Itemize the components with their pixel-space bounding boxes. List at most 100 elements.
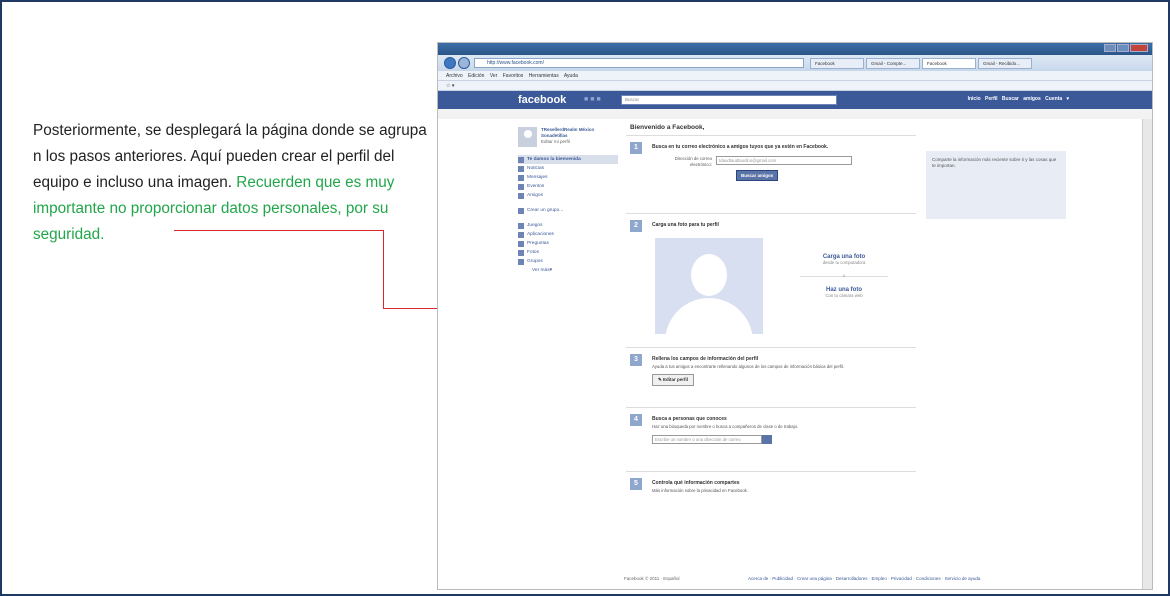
sidebar-item-photos[interactable]: Fotos [518,248,618,257]
step-title: Controla qué información compartes [652,480,740,486]
sidebar-item-welcome[interactable]: Te damos la bienvenida [518,155,618,164]
instruction-paragraph: Posteriormente, se desplegará la página … [33,118,428,248]
find-friends-wrap: Buscar amigos [736,170,916,181]
favorites-bar: ☆ ▾ [438,81,1152,91]
profile-block: TResellerdRealm México Sonadetillas Edit… [518,127,618,147]
groups-icon [518,258,524,265]
sidebar-item-questions[interactable]: Preguntas [518,239,618,248]
window-buttons [1104,44,1148,52]
sidebar-item-label: Grupos [527,259,543,264]
search-icon[interactable] [762,434,772,444]
footer-left[interactable]: Facebook © 2011 · Español [624,576,680,581]
info-side-box: Comparte la información más reciente sob… [926,151,1066,219]
group-icon [518,207,524,214]
scrollbar[interactable] [1142,119,1152,589]
email-label: Dirección de correo electrónico: [674,156,712,167]
step-number: 4 [630,414,642,426]
sidebar-item-friends[interactable]: Amigos [518,191,618,200]
welcome-main: Bienvenido a Facebook, 1 Busca en tu cor… [626,121,916,511]
messages-icon [518,174,524,181]
facebook-header: facebook ■■■ Buscar Inicio Perfil Buscar… [438,91,1152,109]
photo-options: Carga una foto desde tu computadora o Ha… [794,254,894,306]
left-sidebar: TResellerdRealm México Sonadetillas Edit… [518,127,618,275]
window-titlebar [438,43,1152,55]
edit-profile-wrap: ✎ Editar perfil [652,373,916,386]
tab-facebook-2[interactable]: Facebook [922,58,976,69]
sidebar-item-groups[interactable]: Grupos [518,257,618,266]
sidebar-item-label: Mensajes [527,175,548,180]
email-row: Dirección de correo electrónico: tdaudta… [652,156,916,167]
events-icon [518,183,524,190]
notification-icons[interactable]: ■■■ [584,96,603,103]
tab-gmail-1[interactable]: Gmail - Compte... [866,58,920,69]
sidebar-item-label: Noticias [527,166,545,171]
back-icon[interactable] [444,57,456,69]
tab-gmail-2[interactable]: Gmail - Recibido... [978,58,1032,69]
browser-tabs: Facebook Gmail - Compte... Facebook Gmai… [810,58,1032,69]
favorites-icon[interactable]: ☆ ▾ [446,83,454,89]
step-3: 3 Rellena los campos de información del … [626,347,916,407]
avatar[interactable] [518,127,538,147]
close-icon[interactable] [1130,44,1148,52]
facebook-page: TResellerdRealm México Sonadetillas Edit… [438,119,1152,589]
sidebar-item-label: Aplicaciones [527,232,554,237]
step-1: 1 Busca en tu correo electrónico a amigo… [626,135,916,213]
arrow-line-1 [174,230,384,231]
arrow-line-2 [383,230,384,309]
sidebar-item-label: Preguntas [527,241,549,246]
facebook-nav[interactable]: Inicio Perfil Buscar amigos Cuenta ▾ [968,96,1069,102]
silhouette-body [665,298,753,334]
facebook-search-input[interactable]: Buscar [621,95,837,105]
photos-icon [518,249,524,256]
step-5: 5 Controla qué información compartes Más… [626,471,916,511]
step-title: Carga una foto para tu perfil [652,222,719,228]
step-title: Rellena los campos de información del pe… [652,356,759,362]
step-number: 5 [630,478,642,490]
silhouette-head [691,254,727,296]
profile-name-block: TResellerdRealm México Sonadetillas Edit… [541,127,618,147]
sidebar-item-apps[interactable]: Aplicaciones [518,230,618,239]
edit-profile-link[interactable]: Editar mi perfil [541,139,618,145]
sidebar-item-create-group[interactable]: Crear un grupo... [518,206,618,215]
sidebar-item-label: Crear un grupo... [527,208,564,213]
apps-icon [518,231,524,238]
step-2: 2 Carga una foto para tu perfil Carga un… [626,213,916,347]
welcome-icon [518,156,524,163]
games-icon [518,222,524,229]
find-friends-button[interactable]: Buscar amigos [736,170,779,181]
sidebar-item-label: Amigos [527,193,543,198]
people-search-input[interactable]: Escribe un nombre o una dirección de cor… [652,434,762,444]
step-desc: Haz una búsqueda por nombre o busca a co… [652,424,799,429]
sidebar-item-label: Juegos [527,223,543,228]
url-input[interactable]: http://www.facebook.com/ [474,58,804,68]
sidebar-item-events[interactable]: Eventos [518,182,618,191]
step-number: 2 [630,220,642,232]
maximize-icon[interactable] [1117,44,1129,52]
step-desc[interactable]: Más información sobre la privacidad en F… [652,488,916,494]
people-search-row: Escribe un nombre o una dirección de cor… [652,434,916,444]
sidebar-item-more[interactable]: Ver más▾ [518,266,618,275]
sidebar-item-messages[interactable]: Mensajes [518,173,618,182]
step-number: 3 [630,354,642,366]
questions-icon [518,240,524,247]
forward-icon[interactable] [458,57,470,69]
sidebar-menu: Te damos la bienvenida Noticias Mensajes… [518,155,618,275]
step-4: 4 Busca a personas que conoces Haz una b… [626,407,916,471]
minimize-icon[interactable] [1104,44,1116,52]
profile-silhouette-icon [655,238,763,334]
upload-photo-sub: desde tu computadora [822,260,866,265]
facebook-logo[interactable]: facebook [518,94,566,106]
profile-name[interactable]: TResellerdRealm México Sonadetillas [541,127,618,139]
sidebar-item-news[interactable]: Noticias [518,164,618,173]
step-title: Busca en tu correo electrónico a amigos … [652,144,829,150]
sidebar-item-games[interactable]: Juegos [518,221,618,230]
edit-profile-button[interactable]: ✎ Editar perfil [652,373,695,386]
sidebar-item-label: Eventos [527,184,545,189]
take-photo-sub: Con tu cámara web [825,293,863,298]
email-field[interactable]: tdaudtaudtaudino@gmail.com [716,156,852,165]
tab-facebook-1[interactable]: Facebook [810,58,864,69]
step-number: 1 [630,142,642,154]
browser-menubar[interactable]: Archivo Edición Ver Favoritos Herramient… [438,71,1152,81]
step-title: Busca a personas que conoces [652,416,727,422]
footer-links[interactable]: Acerca de · Publicidad · Crear una págin… [748,576,980,581]
